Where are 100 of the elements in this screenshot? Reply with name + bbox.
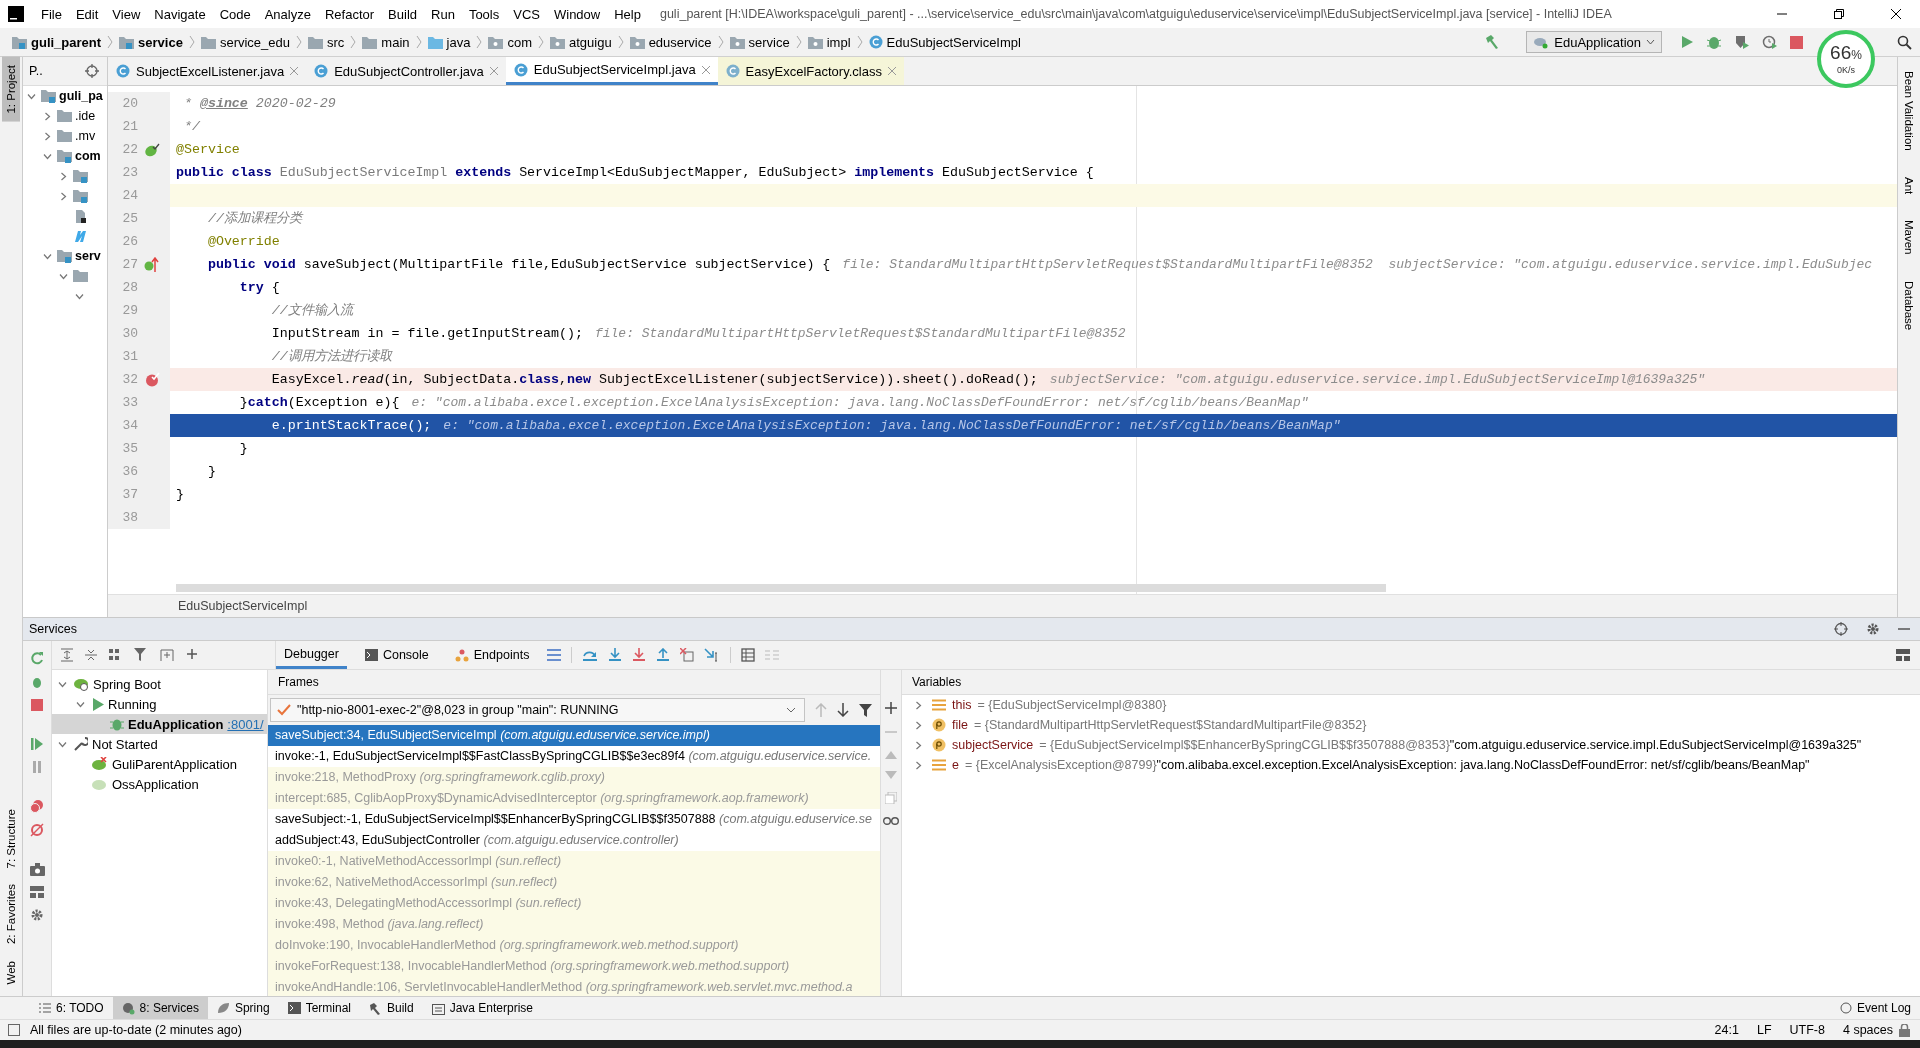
chevron-down-icon[interactable] <box>43 151 52 161</box>
menu-item[interactable]: Window <box>546 6 608 22</box>
tool-window-tab[interactable]: Terminal <box>278 997 360 1019</box>
breadcrumb-item[interactable]: impl <box>803 34 855 50</box>
menu-item[interactable]: Refactor <box>317 6 382 22</box>
breadcrumb-item[interactable]: EduSubjectServiceImpl <box>864 34 1025 50</box>
service-tree-item[interactable]: Not Started <box>92 736 158 752</box>
filter-icon[interactable] <box>859 703 872 717</box>
settings-icon[interactable] <box>1866 622 1880 636</box>
chevron-down-icon[interactable] <box>59 271 68 281</box>
breadcrumb-item[interactable]: eduservice <box>625 34 716 50</box>
menu-icon[interactable] <box>547 649 562 661</box>
menu-item[interactable]: Build <box>381 6 424 22</box>
breadcrumb-item[interactable]: java <box>423 34 475 50</box>
breadcrumb-item[interactable]: service_edu <box>196 34 294 50</box>
editor-breadcrumb[interactable]: EduSubjectServiceImpl <box>178 599 308 613</box>
service-tree-item[interactable]: Running <box>108 696 157 712</box>
square-icon[interactable] <box>8 1024 20 1036</box>
editor-tab[interactable]: SubjectExcelListener.java <box>108 57 307 85</box>
breadcrumb-item[interactable]: guli_parent <box>8 34 106 50</box>
target-icon[interactable] <box>1834 622 1848 636</box>
stop-icon[interactable] <box>1790 35 1803 49</box>
project-tree-item[interactable]: serv <box>75 249 101 263</box>
settings-icon[interactable] <box>30 908 44 922</box>
chevron-down-icon[interactable] <box>27 91 36 101</box>
debugger-tab[interactable]: Debugger <box>276 641 347 669</box>
expand-all-icon[interactable] <box>60 648 74 662</box>
tool-window-button[interactable]: Bean Validation <box>1900 65 1918 157</box>
tool-window-button[interactable]: 7: Structure <box>2 801 20 877</box>
chevron-right-icon[interactable] <box>59 191 68 201</box>
menu-item[interactable]: Run <box>424 6 462 22</box>
chevron-down-icon[interactable] <box>58 739 67 749</box>
editor-tab[interactable]: EduSubjectController.java <box>306 57 506 85</box>
search-icon[interactable] <box>1897 34 1912 50</box>
horizontal-scrollbar[interactable] <box>176 584 1386 592</box>
debugger-tab[interactable]: Endpoints <box>446 641 538 669</box>
tool-window-tab[interactable]: 8: Services <box>112 997 208 1019</box>
port-link[interactable]: :8001/ <box>227 716 264 732</box>
menu-item[interactable]: Code <box>212 6 258 22</box>
tool-window-button[interactable]: Database <box>1900 274 1918 336</box>
tool-window-tab[interactable]: Build <box>360 997 423 1019</box>
bean-icon[interactable] <box>144 141 160 158</box>
breakpoint-icon[interactable] <box>144 372 160 387</box>
tool-window-button[interactable]: 1: Project <box>2 57 20 122</box>
stack-frame[interactable]: saveSubject:34, EduSubjectServiceImpl (com.atguigu.eduservice.service.impl) <box>268 725 880 746</box>
table-icon[interactable] <box>741 648 756 662</box>
chevron-right-icon[interactable] <box>43 131 52 141</box>
add-icon[interactable] <box>186 648 200 662</box>
breadcrumb-item[interactable]: src <box>304 34 349 50</box>
mute-breakpoints-icon[interactable] <box>30 823 44 837</box>
debug-icon[interactable] <box>1706 34 1722 50</box>
collapse-all-icon[interactable] <box>84 648 98 662</box>
editor-tab[interactable]: EduSubjectServiceImpl.java <box>505 57 718 85</box>
coverage-icon[interactable] <box>1734 34 1750 50</box>
menu-item[interactable]: View <box>105 6 148 22</box>
menu-item[interactable]: Navigate <box>147 6 213 22</box>
indent-setting[interactable]: 4 spaces <box>1842 1023 1893 1037</box>
lock-icon[interactable] <box>1899 1023 1910 1037</box>
glasses-icon[interactable] <box>883 816 899 826</box>
tool-window-button[interactable]: Maven <box>1900 214 1918 261</box>
event-log-button[interactable]: Event Log <box>1830 997 1920 1019</box>
add-icon[interactable] <box>885 702 897 714</box>
menu-item[interactable]: Help <box>607 6 648 22</box>
tool-window-tab[interactable]: Spring <box>207 997 279 1019</box>
chevron-down-icon[interactable] <box>58 679 67 689</box>
tool-window-button[interactable]: 2: Favorites <box>2 876 20 953</box>
run-icon[interactable] <box>1680 35 1694 49</box>
menu-item[interactable]: Tools <box>461 6 507 22</box>
tool-window-button[interactable]: Web <box>2 952 20 992</box>
breadcrumb-item[interactable]: main <box>358 34 414 50</box>
new-tab-icon[interactable] <box>160 648 176 662</box>
tool-window-button[interactable]: Ant <box>1900 170 1918 200</box>
chevron-down-icon[interactable] <box>43 251 52 261</box>
profile-icon[interactable] <box>1762 34 1778 50</box>
locate-icon[interactable] <box>85 64 99 78</box>
menu-item[interactable]: Analyze <box>257 6 318 22</box>
breadcrumb-item[interactable]: service <box>115 34 187 50</box>
breadcrumb-item[interactable]: com <box>484 34 536 50</box>
step-out-icon[interactable] <box>656 648 671 662</box>
menu-item[interactable]: VCS <box>506 6 547 22</box>
service-tree-item[interactable]: Spring Boot <box>93 676 161 692</box>
rerun-icon[interactable] <box>30 651 44 665</box>
hammer-icon[interactable] <box>1484 34 1501 50</box>
drop-frame-icon[interactable] <box>680 648 695 662</box>
line-separator[interactable]: LF <box>1756 1023 1772 1037</box>
debugger-tab[interactable]: Console <box>356 641 437 669</box>
project-tree-item[interactable]: com <box>75 149 101 163</box>
editor-tab[interactable]: EasyExcelFactory.class <box>717 57 904 85</box>
run-configuration-dropdown[interactable]: EduApplication <box>1526 31 1662 53</box>
step-into-icon[interactable] <box>608 648 623 662</box>
tool-window-tab[interactable]: 6: TODO <box>30 997 113 1019</box>
down-arrow-icon[interactable] <box>837 703 849 717</box>
menu-item[interactable]: File <box>34 6 69 22</box>
resume-icon[interactable] <box>30 737 44 751</box>
project-tree-item[interactable]: .ide <box>75 109 96 123</box>
chevron-down-icon[interactable] <box>76 699 85 709</box>
chevron-right-icon[interactable] <box>59 171 68 181</box>
layout-icon[interactable] <box>30 886 44 898</box>
bug-icon[interactable] <box>30 675 44 689</box>
breadcrumb-item[interactable]: service <box>725 34 794 50</box>
